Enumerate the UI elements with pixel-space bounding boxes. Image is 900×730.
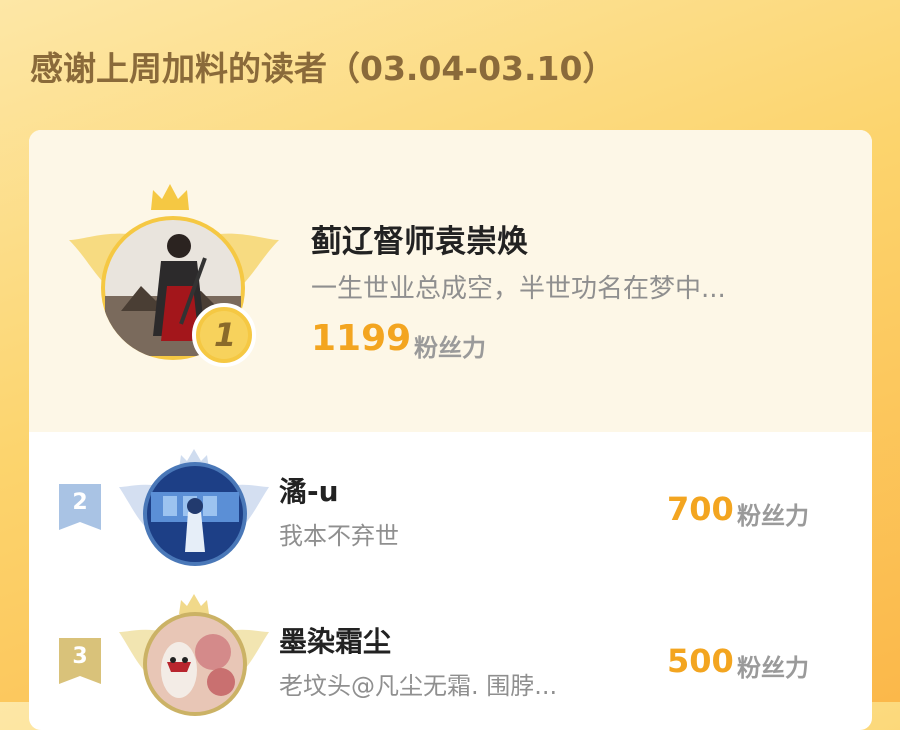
avatar-second[interactable] [143, 462, 247, 566]
third-unit: 粉丝力 [737, 654, 809, 682]
crown-icon [151, 184, 189, 210]
top-reader-section[interactable]: 1 蓟辽督师袁崇焕 一生世业总成空，半世功名在梦中... 1199 粉丝力 [29, 130, 872, 432]
second-name[interactable]: 潏-u [279, 470, 339, 510]
third-score: 500 [667, 642, 734, 680]
rank-number: 2 [72, 490, 88, 515]
avatar-third[interactable] [143, 612, 247, 716]
first-name[interactable]: 蓟辽督师袁崇焕 [311, 216, 528, 261]
list-item[interactable]: 3 墨染霜尘 老坟头@凡尘无霜. 围脖... 500 粉丝力 [29, 582, 872, 730]
page-title: 感谢上周加料的读者（03.04-03.10） [30, 49, 616, 88]
second-unit: 粉丝力 [737, 502, 809, 530]
list-item[interactable]: 2 潏-u 我本不弃世 700 粉丝力 [29, 432, 872, 582]
rank-number: 3 [72, 644, 88, 669]
anime-avatar-icon [147, 466, 243, 562]
opera-mask-avatar-icon [147, 616, 243, 712]
second-score: 700 [667, 490, 734, 528]
leaderboard-card: 1 蓟辽督师袁崇焕 一生世业总成空，半世功名在梦中... 1199 粉丝力 2 [29, 130, 872, 730]
rank-first: 1 [213, 316, 237, 354]
second-bio: 我本不弃世 [279, 522, 399, 550]
first-bio: 一生世业总成空，半世功名在梦中... [311, 274, 726, 304]
first-score: 1199 [311, 318, 412, 359]
first-unit: 粉丝力 [414, 334, 486, 362]
third-name[interactable]: 墨染霜尘 [279, 620, 391, 660]
third-bio: 老坟头@凡尘无霜. 围脖... [279, 672, 558, 700]
